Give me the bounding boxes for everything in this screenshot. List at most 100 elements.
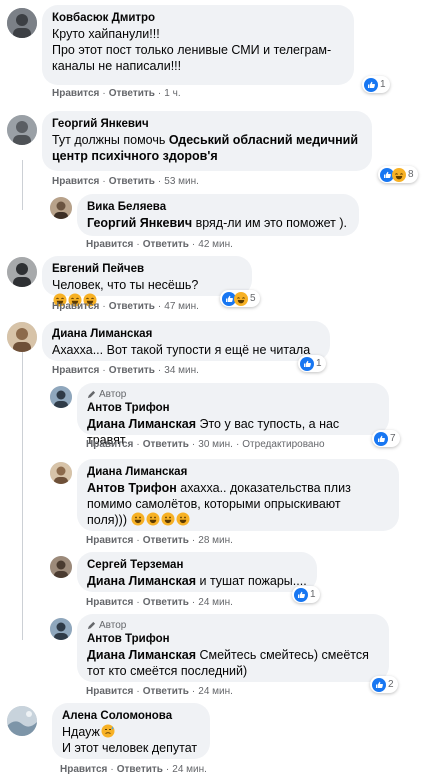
timestamp[interactable]: 28 мин. bbox=[198, 535, 233, 546]
like-button[interactable]: Нравится bbox=[52, 365, 99, 376]
reply-button[interactable]: Ответить bbox=[143, 535, 189, 546]
like-button[interactable]: Нравится bbox=[86, 686, 133, 697]
mention-link[interactable]: Диана Лиманская bbox=[87, 417, 196, 431]
comment-actions: Нравится · Ответить · 47 мин. bbox=[52, 301, 199, 312]
reply-button[interactable]: Ответить bbox=[109, 176, 155, 187]
like-button[interactable]: Нравится bbox=[52, 88, 99, 99]
reaction-summary[interactable]: 5 bbox=[220, 290, 260, 307]
comment-text: и тушат пожары.... bbox=[196, 574, 307, 588]
like-button[interactable]: Нравится bbox=[86, 439, 133, 450]
comment-text: Смейтесь смейтесь) смеётся bbox=[196, 648, 369, 662]
like-reaction-icon bbox=[364, 77, 378, 92]
comment-text: поля))) bbox=[87, 513, 127, 527]
comment-text: помимо самолётов, которыми опрыскивают bbox=[87, 497, 341, 511]
comment-author[interactable]: Диана Лиманская bbox=[52, 327, 320, 342]
author-badge-label: Автор bbox=[99, 389, 127, 400]
comment-bubble: Автор Антов Трифон Диана Лиманская Это у… bbox=[77, 383, 389, 447]
avatar[interactable] bbox=[50, 386, 72, 408]
timestamp[interactable]: 30 мин. bbox=[198, 439, 233, 450]
mention-link[interactable]: Диана Лиманская bbox=[87, 648, 196, 662]
grinning-emoji-icon bbox=[146, 512, 160, 526]
like-button[interactable]: Нравится bbox=[52, 301, 99, 312]
timestamp[interactable]: 53 мин. bbox=[164, 176, 199, 187]
grinning-emoji-icon bbox=[176, 512, 190, 526]
comment-author[interactable]: Алена Соломонова bbox=[62, 709, 200, 724]
reaction-count: 1 bbox=[310, 589, 316, 600]
avatar[interactable] bbox=[7, 706, 37, 736]
timestamp[interactable]: 34 мин. bbox=[164, 365, 199, 376]
reaction-count: 8 bbox=[408, 169, 414, 180]
reply-button[interactable]: Ответить bbox=[143, 597, 189, 608]
avatar[interactable] bbox=[50, 462, 72, 484]
comment-text: ахахха.. доказательства плиз bbox=[176, 481, 351, 495]
thread-line bbox=[22, 350, 23, 640]
mention-link[interactable]: Диана Лиманская bbox=[87, 574, 196, 588]
timestamp[interactable]: 24 мин. bbox=[172, 764, 207, 775]
timestamp[interactable]: 1 ч. bbox=[164, 88, 180, 99]
comment-actions: Нравится · Ответить · 28 мин. bbox=[86, 535, 233, 546]
comment-bubble: Евгений Пейчев Человек, что ты несёшь? bbox=[42, 256, 252, 307]
thread-line bbox=[22, 160, 23, 210]
reaction-summary[interactable]: 2 bbox=[370, 676, 398, 693]
reaction-count: 2 bbox=[388, 679, 394, 690]
comment-actions: Нравится · Ответить · 34 мин. bbox=[52, 365, 199, 376]
avatar[interactable] bbox=[50, 556, 72, 578]
comment-text: Человек, что ты несёшь? bbox=[52, 278, 199, 292]
reaction-summary[interactable]: 8 bbox=[378, 166, 418, 183]
timestamp[interactable]: 47 мин. bbox=[164, 301, 199, 312]
reply-button[interactable]: Ответить bbox=[109, 301, 155, 312]
pencil-icon bbox=[87, 621, 96, 630]
like-button[interactable]: Нравится bbox=[86, 535, 133, 546]
timestamp[interactable]: 24 мин. bbox=[198, 686, 233, 697]
comment-text: каналы не написали!!! bbox=[52, 59, 182, 73]
comment-author[interactable]: Сергей Терземан bbox=[87, 558, 307, 573]
reaction-summary[interactable]: 7 bbox=[372, 430, 400, 447]
reaction-summary[interactable]: 1 bbox=[362, 76, 390, 93]
mention-link[interactable]: Георгий Янкевич bbox=[87, 216, 192, 230]
reply-button[interactable]: Ответить bbox=[109, 88, 155, 99]
like-reaction-icon bbox=[294, 587, 308, 602]
like-button[interactable]: Нравится bbox=[86, 239, 133, 250]
comment-author[interactable]: Антов Трифон bbox=[87, 401, 379, 416]
avatar[interactable] bbox=[7, 257, 37, 287]
reply-button[interactable]: Ответить bbox=[109, 365, 155, 376]
comment-text: вряд-ли им это поможет ). bbox=[192, 216, 348, 230]
comment-author[interactable]: Антов Трифон bbox=[87, 632, 379, 647]
reaction-count: 7 bbox=[390, 433, 396, 444]
reply-button[interactable]: Ответить bbox=[143, 439, 189, 450]
reaction-count: 1 bbox=[316, 358, 322, 369]
comment-author[interactable]: Диана Лиманская bbox=[87, 465, 389, 480]
avatar[interactable] bbox=[50, 197, 72, 219]
edited-label[interactable]: Отредактировано bbox=[242, 439, 324, 450]
reply-button[interactable]: Ответить bbox=[117, 764, 163, 775]
like-button[interactable]: Нравится bbox=[60, 764, 107, 775]
comment-author[interactable]: Вика Беляева bbox=[87, 200, 349, 215]
mention-link[interactable]: Антов Трифон bbox=[87, 481, 177, 495]
downcast-sweat-emoji-icon bbox=[101, 724, 115, 738]
reaction-summary[interactable]: 1 bbox=[292, 586, 320, 603]
like-button[interactable]: Нравится bbox=[86, 597, 133, 608]
comment-author[interactable]: Георгий Янкевич bbox=[52, 117, 362, 132]
comment-actions: Нравится · Ответить · 42 мин. bbox=[86, 239, 233, 250]
avatar[interactable] bbox=[7, 8, 37, 38]
comment-author[interactable]: Евгений Пейчев bbox=[52, 262, 242, 277]
comment-actions: Нравится · Ответить · 24 мин. bbox=[86, 597, 233, 608]
timestamp[interactable]: 42 мин. bbox=[198, 239, 233, 250]
like-button[interactable]: Нравится bbox=[52, 176, 99, 187]
timestamp[interactable]: 24 мин. bbox=[198, 597, 233, 608]
avatar[interactable] bbox=[7, 322, 37, 352]
comment-bubble: Диана Лиманская Антов Трифон ахахха.. до… bbox=[77, 459, 399, 531]
author-badge: Автор bbox=[87, 389, 379, 400]
page-link[interactable]: центр психічного здоров'я bbox=[52, 148, 362, 164]
reaction-summary[interactable]: 1 bbox=[298, 355, 326, 372]
avatar[interactable] bbox=[50, 618, 72, 640]
reply-button[interactable]: Ответить bbox=[143, 239, 189, 250]
comment-author[interactable]: Ковбасюк Дмитро bbox=[52, 11, 344, 26]
reply-button[interactable]: Ответить bbox=[143, 686, 189, 697]
avatar[interactable] bbox=[7, 115, 37, 145]
page-link[interactable]: Одеський обласний медичний bbox=[169, 133, 358, 147]
reaction-count: 1 bbox=[380, 79, 386, 90]
comment-bubble: Георгий Янкевич Тут должны помочь Одеськ… bbox=[42, 111, 372, 171]
author-badge-label: Автор bbox=[99, 620, 127, 631]
haha-reaction-icon bbox=[392, 167, 406, 182]
